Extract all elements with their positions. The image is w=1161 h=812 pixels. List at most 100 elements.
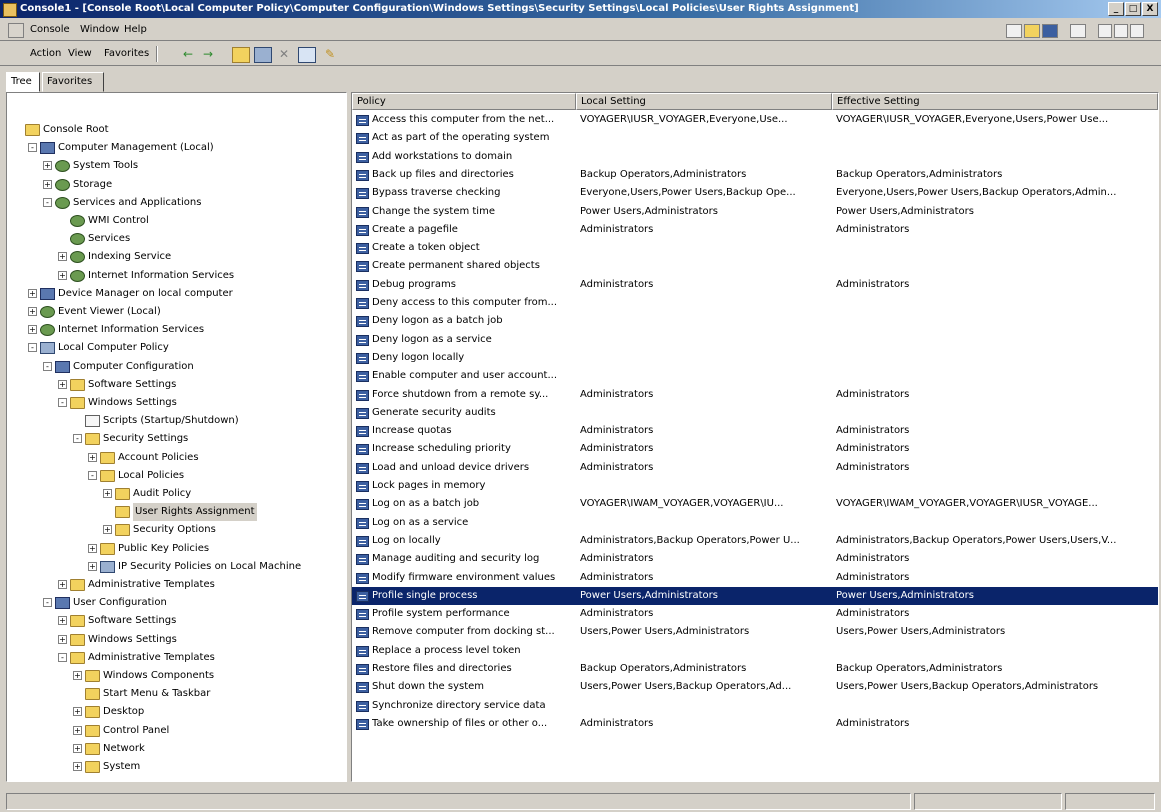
expand-plus-icon[interactable]: + <box>58 270 67 280</box>
collapse-minus-icon[interactable]: - <box>43 197 52 207</box>
console-tree[interactable]: Console Root - Computer Management (Local)… <box>6 92 347 782</box>
table-row[interactable]: Debug programs Administrators Administrato… <box>352 276 1158 294</box>
tree-node[interactable]: + Public Key Policies <box>7 540 345 558</box>
expand-plus-icon[interactable]: + <box>43 179 52 189</box>
expand-plus-icon[interactable]: + <box>58 616 67 626</box>
export-list-icon[interactable] <box>298 47 316 63</box>
table-row[interactable]: Lock pages in memory <box>352 477 1158 495</box>
tree-node[interactable]: + Security Options <box>7 521 345 539</box>
column-header-policy[interactable]: Policy <box>352 93 576 110</box>
tree-node[interactable]: + Administrative Templates <box>7 576 345 594</box>
tree-node[interactable]: - Local Computer Policy <box>7 339 345 357</box>
table-row[interactable]: Profile single process Power Users,Admini… <box>352 586 1158 605</box>
expand-plus-icon[interactable]: + <box>103 489 112 498</box>
collapse-minus-icon[interactable]: - <box>58 652 67 662</box>
table-row[interactable]: Increase scheduling priority Administrato… <box>352 440 1158 458</box>
tree-node[interactable]: - Computer Management (Local) <box>7 139 345 157</box>
mdi-close-icon[interactable] <box>1130 24 1144 38</box>
tree-node[interactable]: + System Tools <box>7 157 345 175</box>
tree-node[interactable]: + IP Security Policies on Local Machine <box>7 558 345 576</box>
table-row[interactable]: Profile system performance Administrators… <box>352 605 1158 623</box>
column-header-local-setting[interactable]: Local Setting <box>576 93 832 110</box>
menu-view[interactable]: View <box>68 48 92 59</box>
tree-node[interactable]: Services <box>7 230 345 248</box>
tree-node[interactable]: Console Root <box>7 121 345 139</box>
table-row[interactable]: Enable computer and user account... <box>352 367 1158 385</box>
expand-plus-icon[interactable]: + <box>43 161 52 171</box>
tree-node[interactable]: + Event Viewer (Local) <box>7 303 345 321</box>
tree-node[interactable]: + Account Policies <box>7 449 345 467</box>
expand-plus-icon[interactable]: + <box>58 379 67 389</box>
table-row[interactable]: Deny access to this computer from... <box>352 294 1158 312</box>
tree-node[interactable]: + System <box>7 758 345 776</box>
table-row[interactable]: Deny logon as a batch job <box>352 312 1158 330</box>
expand-plus-icon[interactable]: + <box>28 307 37 316</box>
collapse-minus-icon[interactable]: - <box>43 361 52 371</box>
details-pane[interactable]: Policy Local Setting Effective Setting A… <box>351 92 1159 782</box>
expand-plus-icon[interactable]: + <box>28 288 37 298</box>
tree-node[interactable]: + Internet Information Services <box>7 267 345 285</box>
tree-node[interactable]: - Local Policies <box>7 467 345 485</box>
table-row[interactable]: Increase quotas Administrators Administrat… <box>352 422 1158 440</box>
table-row[interactable]: Replace a process level token <box>352 642 1158 660</box>
expand-plus-icon[interactable]: + <box>73 707 82 717</box>
table-row[interactable]: Take ownership of files or other o... Adm… <box>352 715 1158 733</box>
mdi-minimize-icon[interactable] <box>1098 24 1112 38</box>
console-menu-icon[interactable] <box>8 23 24 38</box>
table-row[interactable]: Log on locally Administrators,Backup Oper… <box>352 532 1158 550</box>
tree-node[interactable]: - Computer Configuration <box>7 358 345 376</box>
menu-console[interactable]: Console <box>30 24 70 35</box>
save-disk-icon[interactable] <box>1042 24 1058 38</box>
back-arrow-icon[interactable]: ← <box>180 47 196 61</box>
tree-node[interactable]: + Audit Policy <box>7 485 345 503</box>
menu-window[interactable]: Window <box>80 24 119 35</box>
collapse-minus-icon[interactable]: - <box>73 434 82 444</box>
expand-plus-icon[interactable]: + <box>73 725 82 735</box>
up-folder-icon[interactable] <box>232 47 250 63</box>
collapse-minus-icon[interactable]: - <box>28 343 37 353</box>
table-row[interactable]: Modify firmware environment values Admini… <box>352 569 1158 587</box>
table-row[interactable]: Deny logon locally <box>352 349 1158 367</box>
tree-node[interactable]: - Services and Applications <box>7 194 345 212</box>
collapse-minus-icon[interactable]: - <box>88 470 97 480</box>
tree-node[interactable]: + Desktop <box>7 703 345 721</box>
title-bar[interactable]: Console1 - [Console Root\Local Computer … <box>0 0 1161 18</box>
table-row[interactable]: Bypass traverse checking Everyone,Users,P… <box>352 184 1158 202</box>
expand-plus-icon[interactable]: + <box>73 671 82 680</box>
new-console-icon[interactable] <box>1006 24 1022 38</box>
tree-node[interactable]: - Administrative Templates <box>7 649 345 667</box>
table-row[interactable]: Load and unload device drivers Administra… <box>352 459 1158 477</box>
table-row[interactable]: Log on as a batch job VOYAGER\IWAM_VOYAGE… <box>352 495 1158 513</box>
help-icon[interactable]: ✎ <box>322 47 338 61</box>
tree-node[interactable]: + Control Panel <box>7 722 345 740</box>
table-row[interactable]: Force shutdown from a remote sy... Admini… <box>352 386 1158 404</box>
expand-plus-icon[interactable]: + <box>88 561 97 571</box>
collapse-minus-icon[interactable]: - <box>58 398 67 407</box>
delete-icon[interactable]: ✕ <box>276 47 292 61</box>
tree-node[interactable]: + Network <box>7 740 345 758</box>
table-row[interactable]: Create a pagefile Administrators Administr… <box>352 221 1158 239</box>
tree-node[interactable]: + Windows Settings <box>7 631 345 649</box>
table-row[interactable]: Generate security audits <box>352 404 1158 422</box>
expand-plus-icon[interactable]: + <box>58 252 67 262</box>
expand-plus-icon[interactable]: + <box>58 580 67 589</box>
table-row[interactable]: Create a token object <box>352 239 1158 257</box>
expand-plus-icon[interactable]: + <box>28 325 37 335</box>
expand-plus-icon[interactable]: + <box>103 525 112 535</box>
column-header-effective-setting[interactable]: Effective Setting <box>832 93 1158 110</box>
new-window-icon[interactable] <box>1070 24 1086 38</box>
tree-node[interactable]: User Rights Assignment <box>7 503 345 522</box>
tree-node[interactable]: + Windows Components <box>7 667 345 685</box>
show-tree-icon[interactable] <box>254 47 272 63</box>
expand-plus-icon[interactable]: + <box>88 543 97 553</box>
tree-node[interactable]: + Device Manager on local computer <box>7 285 345 303</box>
tree-node[interactable]: - Windows Settings <box>7 394 345 412</box>
close-button[interactable]: X <box>1142 2 1158 16</box>
maximize-button[interactable]: □ <box>1125 2 1141 16</box>
table-row[interactable]: Synchronize directory service data <box>352 697 1158 715</box>
mmc-app-icon[interactable] <box>3 3 17 17</box>
tree-node[interactable]: + Internet Information Services <box>7 321 345 339</box>
tree-node[interactable]: Start Menu & Taskbar <box>7 685 345 703</box>
tab-favorites[interactable]: Favorites <box>42 72 104 92</box>
table-row[interactable]: Access this computer from the net... VOYA… <box>352 111 1158 129</box>
